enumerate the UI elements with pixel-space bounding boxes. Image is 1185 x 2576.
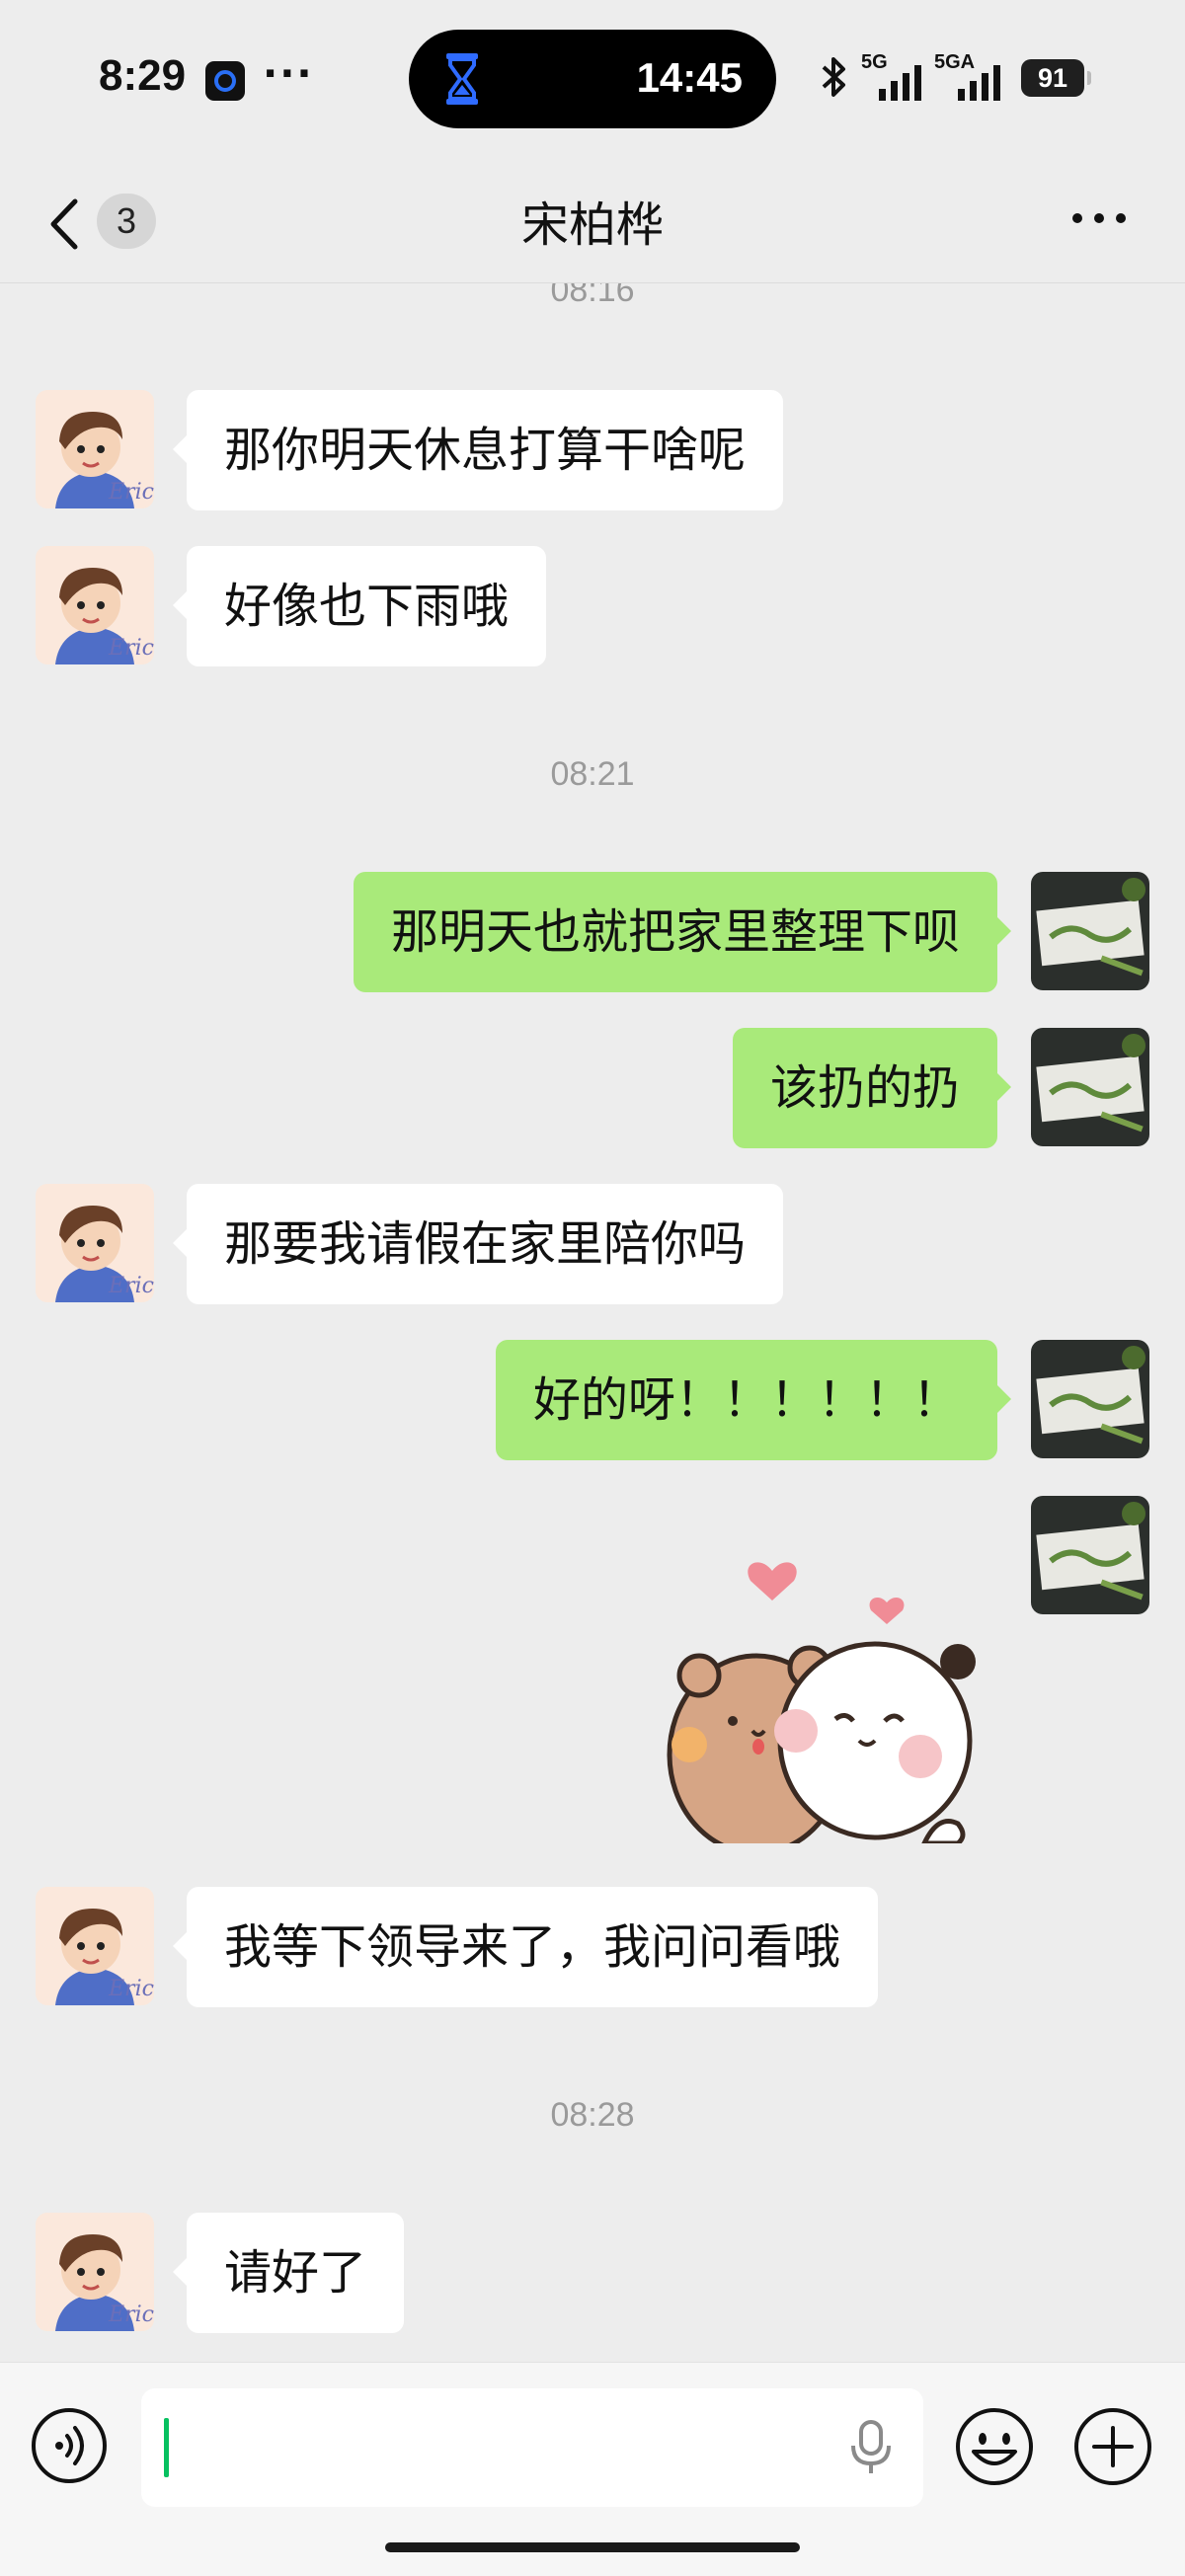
plus-icon[interactable]	[1072, 2406, 1153, 2487]
message-row: Eric 我等下领导来了，我问问看哦	[0, 1887, 1185, 2007]
message-bubble[interactable]: 好的呀！！！！！！	[495, 1340, 1012, 1460]
message-row: 该扔的扔	[0, 1028, 1185, 1148]
hourglass-icon	[446, 53, 478, 105]
avatar[interactable]	[1031, 872, 1149, 990]
timer-readout: 14:45	[636, 54, 743, 101]
message-list[interactable]: 08:16 Eric 那你明天休息打算干啥呢 Eric 好像也下雨哦 08:21…	[0, 283, 1185, 2362]
status-time: 8:29	[99, 51, 187, 100]
status-bar: 8:29 ··· 14:45 5G 5GA 91	[0, 0, 1185, 158]
more-button[interactable]	[1070, 197, 1130, 237]
contact-avatar-image: Eric	[36, 390, 154, 508]
back-button[interactable]: 3	[40, 184, 168, 259]
avatar[interactable]	[1031, 1496, 1149, 1614]
microphone-icon[interactable]	[847, 2418, 895, 2477]
message-bubble[interactable]: 请好了	[172, 2213, 405, 2333]
contact-avatar-image: Eric	[36, 546, 154, 664]
dynamic-island-timer[interactable]: 14:45	[409, 30, 776, 128]
home-indicator[interactable]	[385, 2542, 800, 2552]
message-row: Eric 请好了	[0, 2213, 1185, 2333]
app-notification-icon	[205, 61, 245, 101]
avatar[interactable]: Eric	[36, 390, 154, 508]
self-avatar-image	[1031, 1340, 1149, 1458]
contact-avatar-image: Eric	[36, 1184, 154, 1302]
signal-icon	[958, 65, 1000, 101]
text-caret	[164, 2418, 169, 2477]
avatar[interactable]	[1031, 1028, 1149, 1146]
message-bubble[interactable]: 那你明天休息打算干啥呢	[172, 390, 784, 510]
bear-and-panda-hug-sticker[interactable]	[642, 1527, 997, 1843]
avatar[interactable]: Eric	[36, 546, 154, 664]
more-icon	[1072, 213, 1082, 223]
more-icon-dot	[1094, 213, 1104, 223]
avatar-signature: Eric	[108, 636, 154, 661]
message-bubble[interactable]: 那明天也就把家里整理下呗	[353, 872, 1012, 992]
voice-icon[interactable]	[30, 2406, 109, 2485]
message-bubble[interactable]: 好像也下雨哦	[172, 546, 547, 666]
avatar[interactable]: Eric	[36, 1887, 154, 2005]
self-avatar-image	[1031, 1496, 1149, 1614]
message-row: Eric 好像也下雨哦	[0, 546, 1185, 666]
message-row: Eric 那要我请假在家里陪你吗	[0, 1184, 1185, 1304]
battery-icon: 91	[1021, 59, 1091, 97]
message-row	[0, 1496, 1185, 1616]
avatar-signature: Eric	[108, 2303, 154, 2327]
avatar-signature: Eric	[108, 1977, 154, 2001]
self-avatar-image	[1031, 872, 1149, 990]
message-row: 好的呀！！！！！！	[0, 1340, 1185, 1460]
input-bar	[0, 2362, 1185, 2576]
timestamp: 08:16	[550, 283, 635, 309]
contact-avatar-image: Eric	[36, 2213, 154, 2331]
status-more-indicator: ···	[263, 51, 314, 97]
timestamp: 08:28	[550, 2096, 635, 2134]
emoji-icon[interactable]	[954, 2406, 1035, 2487]
message-bubble[interactable]: 该扔的扔	[732, 1028, 1012, 1148]
chat-title: 宋柏桦	[520, 197, 664, 253]
message-bubble[interactable]: 我等下领导来了，我问问看哦	[172, 1887, 879, 2007]
signal-icon	[879, 65, 921, 101]
avatar-signature: Eric	[108, 480, 154, 505]
timestamp: 08:21	[550, 755, 635, 793]
back-chevron-icon	[50, 198, 78, 250]
unread-count-badge: 3	[97, 194, 156, 249]
message-bubble[interactable]: 那要我请假在家里陪你吗	[172, 1184, 784, 1304]
avatar[interactable]	[1031, 1340, 1149, 1458]
avatar[interactable]: Eric	[36, 1184, 154, 1302]
chat-header: 3 宋柏桦	[0, 158, 1185, 283]
more-icon-dot	[1116, 213, 1126, 223]
bluetooth-icon	[822, 57, 845, 97]
avatar[interactable]: Eric	[36, 2213, 154, 2331]
self-avatar-image	[1031, 1028, 1149, 1146]
status-indicators: 5G 5GA 91	[820, 49, 1096, 109]
message-row: 那明天也就把家里整理下呗	[0, 872, 1185, 992]
avatar-signature: Eric	[108, 1274, 154, 1298]
message-input[interactable]	[141, 2388, 923, 2507]
message-row: Eric 那你明天休息打算干啥呢	[0, 390, 1185, 510]
contact-avatar-image: Eric	[36, 1887, 154, 2005]
